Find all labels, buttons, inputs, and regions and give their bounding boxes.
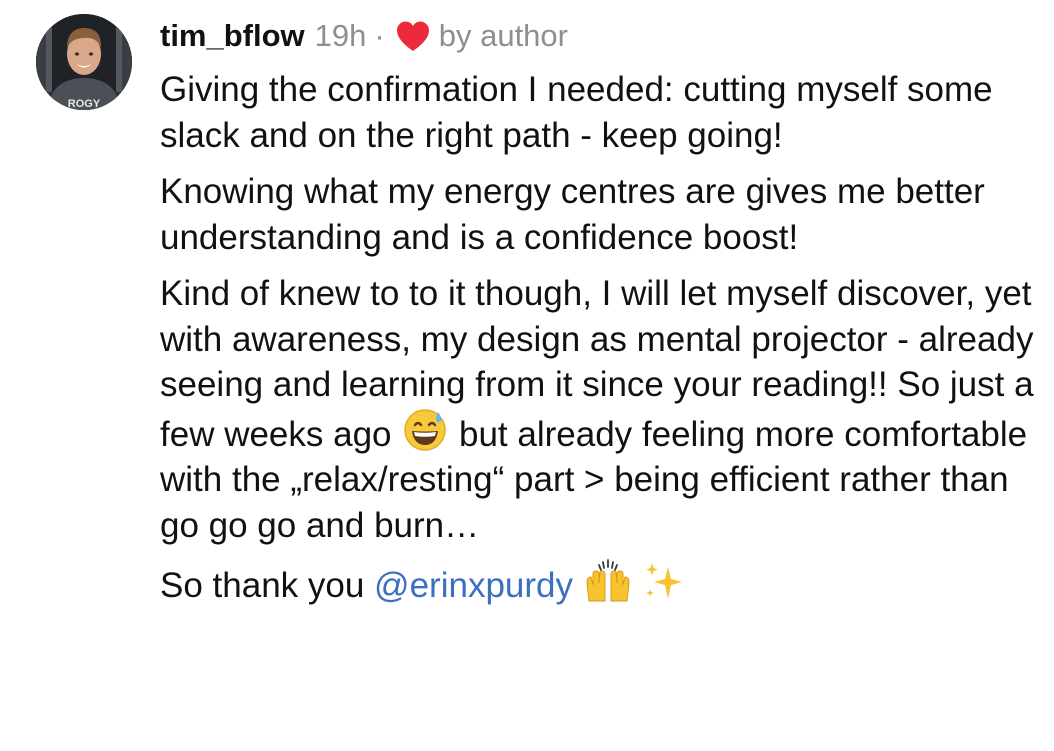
avatar-shirt-text: ROGY [68, 98, 101, 110]
comment-paragraph-3: Kind of knew to to it though, I will let… [160, 271, 1040, 548]
username-link[interactable]: tim_bflow [160, 18, 305, 54]
comment-paragraph-2: Knowing what my energy centres are gives… [160, 172, 985, 257]
sparkles-emoji-icon [642, 559, 686, 603]
grinning-face-with-sweat-emoji-icon [401, 408, 449, 452]
mention-link[interactable]: @erinxpurdy [374, 566, 573, 605]
comment: ROGY tim_bflow 19h · by author Giving th… [0, 0, 1054, 751]
comment-paragraph-1: Giving the confirmation I needed: cuttin… [160, 70, 993, 155]
comment-body: tim_bflow 19h · by author Giving the con… [160, 12, 1040, 609]
avatar[interactable]: ROGY [36, 14, 132, 110]
separator-dot: · [374, 18, 385, 53]
heart-icon [395, 20, 431, 52]
avatar-photo: ROGY [36, 14, 132, 110]
comment-header: tim_bflow 19h · by author [160, 12, 1040, 60]
timestamp: 19h [314, 18, 367, 53]
liked-by-author-label: by author [438, 18, 568, 53]
raising-hands-emoji-icon [583, 559, 633, 603]
thanks-text: So thank you [160, 566, 365, 605]
comment-paragraph-4: So thank you @erinxpurdy [160, 559, 1040, 609]
